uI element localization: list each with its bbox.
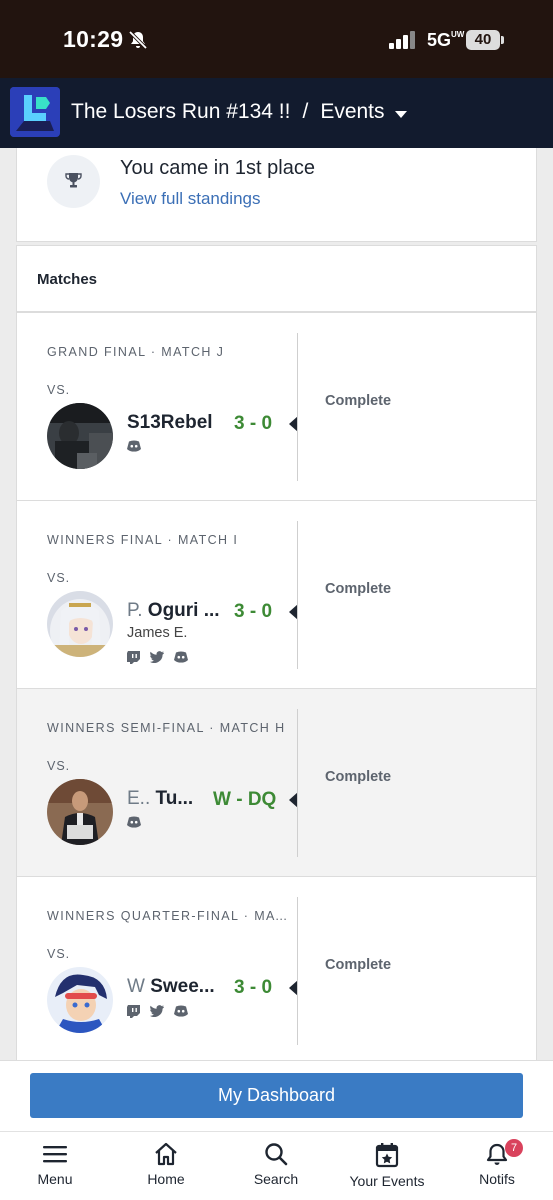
nav-home-label: Home xyxy=(147,1171,185,1187)
placement-text: You came in 1st place xyxy=(120,157,315,179)
twitter-icon[interactable] xyxy=(150,651,164,663)
breadcrumb-section-dropdown[interactable]: Events xyxy=(320,100,407,124)
breadcrumb: The Losers Run #134 !! / Events xyxy=(71,100,407,124)
nav-search-label: Search xyxy=(253,1171,299,1187)
match-card[interactable]: WINNERS SEMI-FINAL · MATCH H VS. E.. Tu.… xyxy=(16,688,537,877)
match-score: 3 - 0 xyxy=(234,977,273,998)
battery-level: 40 xyxy=(466,30,500,50)
vs-label: VS. xyxy=(47,383,71,397)
avatar[interactable] xyxy=(47,591,113,657)
nav-menu[interactable]: Menu xyxy=(5,1142,105,1187)
divider xyxy=(297,333,298,481)
nav-menu-label: Menu xyxy=(37,1171,73,1187)
match-round: WINNERS FINAL · MATCH I xyxy=(47,533,239,547)
menu-icon xyxy=(43,1146,67,1163)
nav-notifs[interactable]: 7 Notifs xyxy=(447,1139,547,1187)
search-icon xyxy=(265,1143,288,1166)
status-time: 10:29 xyxy=(63,26,124,52)
player-name[interactable]: E.. Tu... xyxy=(127,788,193,810)
player-realname: James E. xyxy=(127,625,188,641)
view-standings-link[interactable]: View full standings xyxy=(120,189,261,209)
twitter-icon[interactable] xyxy=(150,1005,164,1017)
match-round: GRAND FINAL · MATCH J xyxy=(47,345,225,359)
dashboard-bar: My Dashboard xyxy=(0,1060,553,1131)
match-round: WINNERS QUARTER-FINAL · MAT... xyxy=(47,909,292,923)
app-header: The Losers Run #134 !! / Events xyxy=(0,78,553,148)
avatar[interactable] xyxy=(47,403,113,469)
match-status: Complete xyxy=(325,393,392,409)
my-dashboard-button[interactable]: My Dashboard xyxy=(30,1073,523,1118)
match-round: WINNERS SEMI-FINAL · MATCH H xyxy=(47,721,286,735)
discord-icon[interactable] xyxy=(174,1005,188,1017)
discord-icon[interactable] xyxy=(174,651,188,663)
home-icon xyxy=(155,1142,177,1166)
battery-icon: 40 xyxy=(466,30,504,50)
avatar[interactable] xyxy=(47,779,113,845)
bell-muted-icon xyxy=(128,30,148,50)
player-name[interactable]: S13Rebel xyxy=(127,412,213,434)
discord-icon[interactable] xyxy=(127,440,141,452)
bottom-nav: Menu Home Search Your Events 7 Notifs xyxy=(0,1131,553,1200)
social-links xyxy=(127,1005,188,1018)
matches-title: Matches xyxy=(37,271,98,288)
main-content[interactable]: You came in 1st place View full standing… xyxy=(0,148,553,1060)
match-score: 3 - 0 xyxy=(234,601,273,622)
match-card[interactable]: WINNERS QUARTER-FINAL · MAT... VS. W Swe… xyxy=(16,876,537,1060)
match-score: W - DQ xyxy=(213,789,277,810)
social-links xyxy=(127,816,141,828)
placement-card: You came in 1st place View full standing… xyxy=(16,148,537,242)
twitch-icon[interactable] xyxy=(127,651,140,664)
match-card[interactable]: GRAND FINAL · MATCH J VS. S13Rebel 3 - 0… xyxy=(16,312,537,501)
match-status: Complete xyxy=(325,581,392,597)
nav-search[interactable]: Search xyxy=(226,1142,326,1187)
event-logo[interactable] xyxy=(10,87,60,137)
breadcrumb-separator: / xyxy=(302,100,309,123)
status-bar: 10:29 5GUW 40 xyxy=(0,0,553,78)
match-status: Complete xyxy=(325,957,392,973)
nav-your-events[interactable]: Your Events xyxy=(337,1142,437,1189)
notification-badge: 7 xyxy=(505,1139,523,1157)
nav-your-events-label: Your Events xyxy=(349,1173,425,1189)
social-links xyxy=(127,651,188,664)
matches-header: Matches xyxy=(16,245,537,312)
breadcrumb-event[interactable]: The Losers Run #134 !! xyxy=(71,100,290,124)
vs-label: VS. xyxy=(47,947,71,961)
avatar[interactable] xyxy=(47,967,113,1033)
vs-label: VS. xyxy=(47,571,71,585)
match-score: 3 - 0 xyxy=(234,413,273,434)
match-status: Complete xyxy=(325,769,392,785)
vs-label: VS. xyxy=(47,759,71,773)
divider xyxy=(297,521,298,669)
match-card[interactable]: WINNERS FINAL · MATCH I VS. P. Oguri ...… xyxy=(16,500,537,689)
nav-notifs-label: Notifs xyxy=(479,1171,515,1187)
signal-icon xyxy=(389,31,415,49)
calendar-star-icon xyxy=(375,1143,399,1168)
player-name[interactable]: W Swee... xyxy=(127,976,215,998)
divider xyxy=(297,709,298,857)
social-links xyxy=(127,440,141,452)
discord-icon[interactable] xyxy=(127,816,141,828)
twitch-icon[interactable] xyxy=(127,1005,140,1018)
nav-home[interactable]: Home xyxy=(116,1142,216,1187)
divider xyxy=(297,897,298,1045)
trophy-icon xyxy=(47,155,100,208)
network-indicator: 5GUW xyxy=(427,30,465,50)
caret-down-icon xyxy=(394,111,407,118)
player-name[interactable]: P. Oguri ... xyxy=(127,600,220,622)
